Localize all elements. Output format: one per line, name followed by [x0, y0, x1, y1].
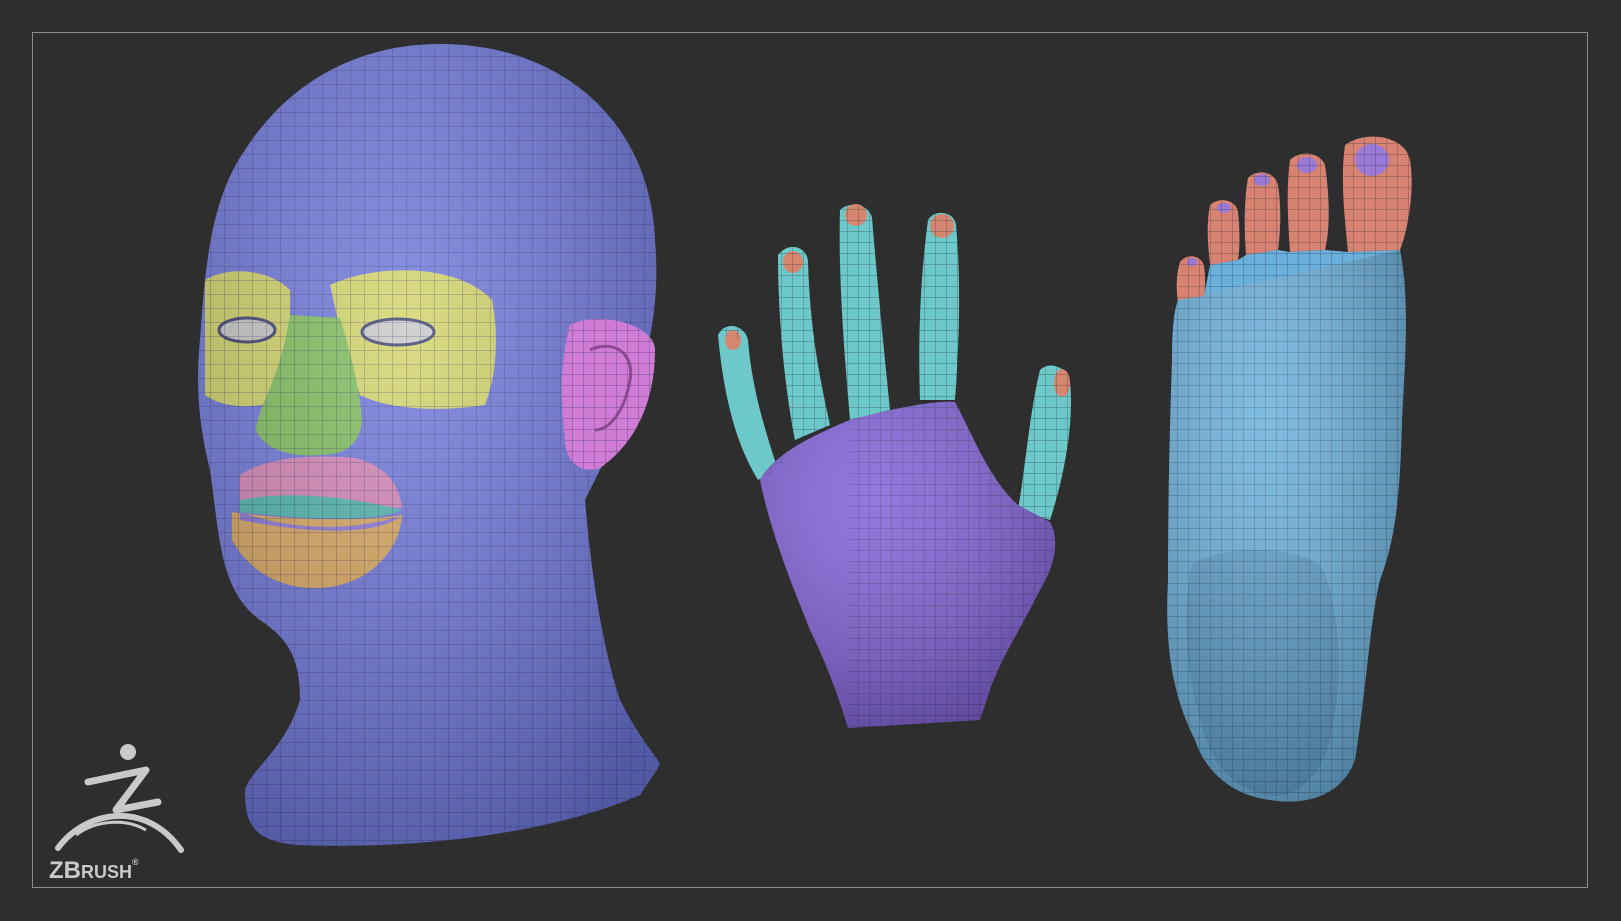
hand-mesh	[718, 204, 1071, 728]
scene-render	[198, 44, 1412, 846]
wordmark-z: Z	[49, 857, 64, 884]
zbrush-wordmark: ZBRUSH®	[49, 857, 139, 885]
registered-mark: ®	[132, 857, 139, 867]
head-mesh	[198, 44, 660, 846]
wordmark-b: B	[63, 857, 82, 884]
pinky-finger	[718, 325, 778, 480]
wordmark-rush: RUSH	[81, 862, 133, 882]
ear-polygroup	[561, 319, 655, 470]
foot-mesh	[1167, 136, 1412, 802]
render-viewport: ZBRUSH®	[0, 0, 1621, 921]
